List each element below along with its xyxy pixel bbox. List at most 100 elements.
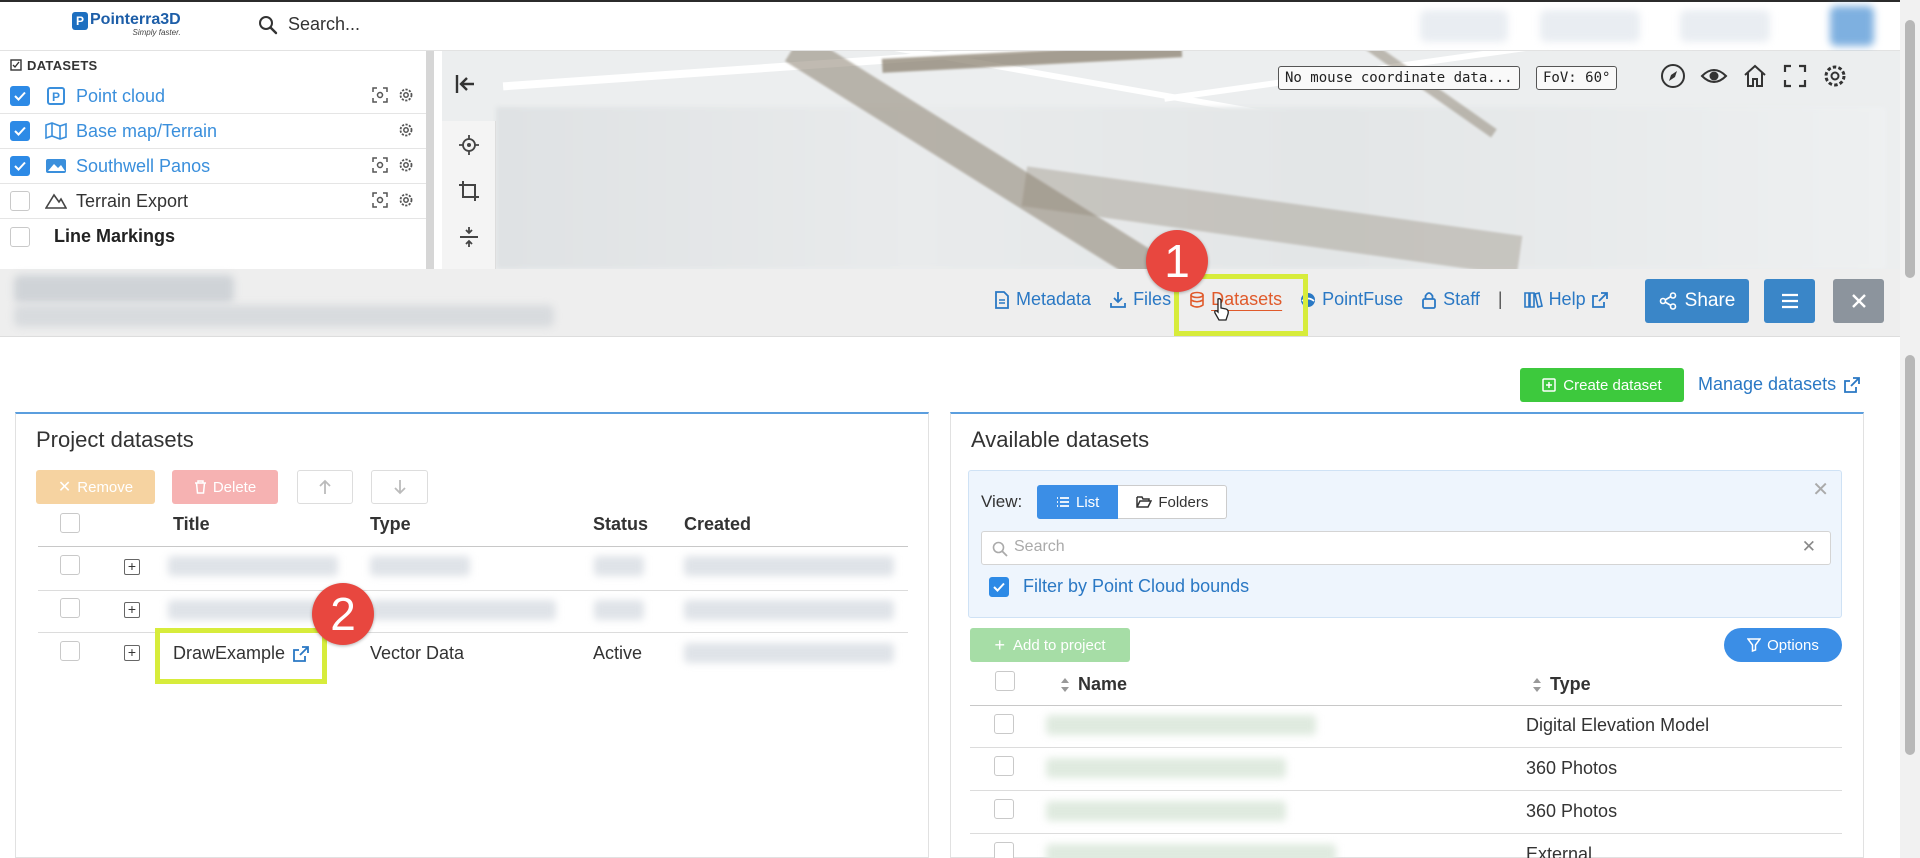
clear-search-button[interactable]: ✕ bbox=[1802, 537, 1816, 557]
view-folders-button[interactable]: Folders bbox=[1118, 485, 1228, 519]
expand-row-button[interactable]: + bbox=[124, 602, 140, 618]
layer-label[interactable]: Point cloud bbox=[76, 86, 165, 107]
column-header-status[interactable]: Status bbox=[593, 514, 648, 535]
zoom-to-extent-icon[interactable] bbox=[372, 192, 388, 208]
collapse-left-icon bbox=[455, 75, 474, 93]
row-divider bbox=[970, 747, 1842, 748]
home-icon[interactable] bbox=[1742, 63, 1768, 89]
redacted-block bbox=[1420, 10, 1508, 42]
dataset-status: Active bbox=[593, 643, 643, 663]
filter-icon bbox=[1747, 638, 1762, 652]
list-icon bbox=[1057, 497, 1069, 507]
zoom-to-extent-icon[interactable] bbox=[372, 157, 388, 173]
expand-row-button[interactable]: + bbox=[124, 645, 140, 661]
gear-icon[interactable] bbox=[398, 192, 414, 208]
files-label: Files bbox=[1133, 289, 1172, 309]
scrollbar-thumb[interactable] bbox=[1905, 355, 1915, 755]
collapse-panel-button[interactable] bbox=[454, 73, 478, 100]
crop-button[interactable] bbox=[447, 169, 491, 213]
locate-button[interactable] bbox=[447, 123, 491, 167]
add-to-project-button[interactable]: + Add to project bbox=[970, 628, 1130, 662]
options-button[interactable]: Options bbox=[1724, 628, 1842, 662]
dataset-type: Vector Data bbox=[370, 643, 465, 663]
gear-icon[interactable] bbox=[398, 122, 414, 138]
manage-datasets-link[interactable]: Manage datasets bbox=[1698, 374, 1860, 395]
app-logo[interactable]: P Pointerra3D Simply faster. bbox=[72, 12, 181, 37]
row-checkbox[interactable] bbox=[994, 756, 1014, 776]
layer-row-base-map[interactable]: Base map/Terrain bbox=[0, 114, 426, 149]
gear-icon[interactable] bbox=[398, 157, 414, 173]
section-button[interactable] bbox=[447, 215, 491, 259]
row-checkbox[interactable] bbox=[60, 598, 80, 618]
book-icon bbox=[1523, 291, 1543, 308]
row-checkbox[interactable] bbox=[60, 641, 80, 661]
delete-button[interactable]: Delete bbox=[172, 470, 278, 504]
filter-bounds-checkbox[interactable] bbox=[989, 576, 1009, 597]
menu-button[interactable] bbox=[1764, 279, 1815, 323]
search-icon bbox=[259, 15, 278, 34]
user-avatar[interactable] bbox=[1830, 6, 1874, 46]
project-nav: Metadata Files Datasets PointFuse Staff … bbox=[994, 289, 1626, 310]
layer-checkbox[interactable] bbox=[10, 191, 30, 211]
eye-icon[interactable] bbox=[1700, 63, 1728, 89]
expand-row-button[interactable]: + bbox=[124, 559, 140, 575]
page-scrollbar[interactable] bbox=[1900, 0, 1920, 858]
zoom-to-extent-icon[interactable] bbox=[372, 87, 388, 103]
dataset-search[interactable]: ✕ bbox=[981, 531, 1831, 565]
nav-separator: | bbox=[1497, 289, 1503, 309]
scrollbar-thumb-top[interactable] bbox=[1905, 20, 1915, 278]
global-search[interactable]: Search... bbox=[258, 14, 360, 35]
fullscreen-icon[interactable] bbox=[1782, 63, 1808, 89]
column-header-created[interactable]: Created bbox=[684, 514, 751, 535]
layer-row-southwell-panos[interactable]: Southwell Panos bbox=[0, 149, 426, 184]
pointfuse-link[interactable]: PointFuse bbox=[1300, 289, 1403, 310]
row-checkbox[interactable] bbox=[994, 799, 1014, 819]
compass-icon[interactable] bbox=[1660, 63, 1686, 89]
column-header-name[interactable]: Name bbox=[1060, 674, 1127, 695]
layer-label[interactable]: Southwell Panos bbox=[76, 156, 210, 177]
move-up-button[interactable] bbox=[297, 470, 353, 504]
filter-bounds-option[interactable]: Filter by Point Cloud bounds bbox=[989, 576, 1249, 597]
redacted-type bbox=[370, 600, 556, 620]
select-all-checkbox[interactable] bbox=[60, 513, 80, 533]
staff-link[interactable]: Staff bbox=[1421, 289, 1480, 310]
layer-checkbox[interactable] bbox=[10, 156, 30, 176]
remove-button[interactable]: ✕ Remove bbox=[36, 470, 155, 504]
column-header-title[interactable]: Title bbox=[173, 514, 210, 535]
layer-checkbox[interactable] bbox=[10, 86, 30, 106]
row-checkbox[interactable] bbox=[60, 555, 80, 575]
move-down-button[interactable] bbox=[371, 470, 428, 504]
layer-checkbox[interactable] bbox=[10, 121, 30, 141]
layer-row-terrain-export[interactable]: Terrain Export bbox=[0, 184, 426, 219]
filter-close-button[interactable]: ✕ bbox=[1812, 477, 1829, 502]
layer-row-point-cloud[interactable]: P Point cloud bbox=[0, 79, 426, 114]
layer-label[interactable]: Terrain Export bbox=[76, 191, 188, 212]
share-button[interactable]: Share bbox=[1645, 279, 1749, 323]
column-header-type-available[interactable]: Type bbox=[1532, 674, 1591, 695]
redacted-title bbox=[168, 556, 338, 576]
lock-icon bbox=[1422, 291, 1437, 309]
row-checkbox[interactable] bbox=[994, 842, 1014, 858]
layer-group-label[interactable]: Line Markings bbox=[54, 226, 175, 247]
select-all-available-checkbox[interactable] bbox=[995, 671, 1015, 691]
dataset-search-input[interactable] bbox=[1014, 538, 1794, 556]
map-icon bbox=[44, 121, 68, 141]
view-list-label: List bbox=[1076, 493, 1100, 511]
metadata-link[interactable]: Metadata bbox=[994, 289, 1091, 310]
mouse-pointer-icon bbox=[1214, 298, 1229, 321]
close-panel-button[interactable] bbox=[1833, 279, 1884, 323]
sort-icon bbox=[1061, 677, 1069, 692]
search-label: Search... bbox=[288, 14, 361, 34]
layer-checkbox[interactable] bbox=[10, 226, 30, 247]
layer-row-line-markings[interactable]: Line Markings bbox=[0, 219, 426, 254]
column-header-type[interactable]: Type bbox=[370, 514, 411, 535]
help-link[interactable]: Help bbox=[1523, 289, 1608, 310]
row-checkbox[interactable] bbox=[994, 714, 1014, 734]
layer-label[interactable]: Base map/Terrain bbox=[76, 121, 217, 142]
trash-icon bbox=[194, 480, 206, 494]
files-link[interactable]: Files bbox=[1109, 289, 1171, 310]
create-dataset-button[interactable]: Create dataset bbox=[1520, 368, 1684, 402]
gear-icon[interactable] bbox=[1822, 63, 1848, 89]
view-list-button[interactable]: List bbox=[1037, 485, 1119, 519]
gear-icon[interactable] bbox=[398, 87, 414, 103]
